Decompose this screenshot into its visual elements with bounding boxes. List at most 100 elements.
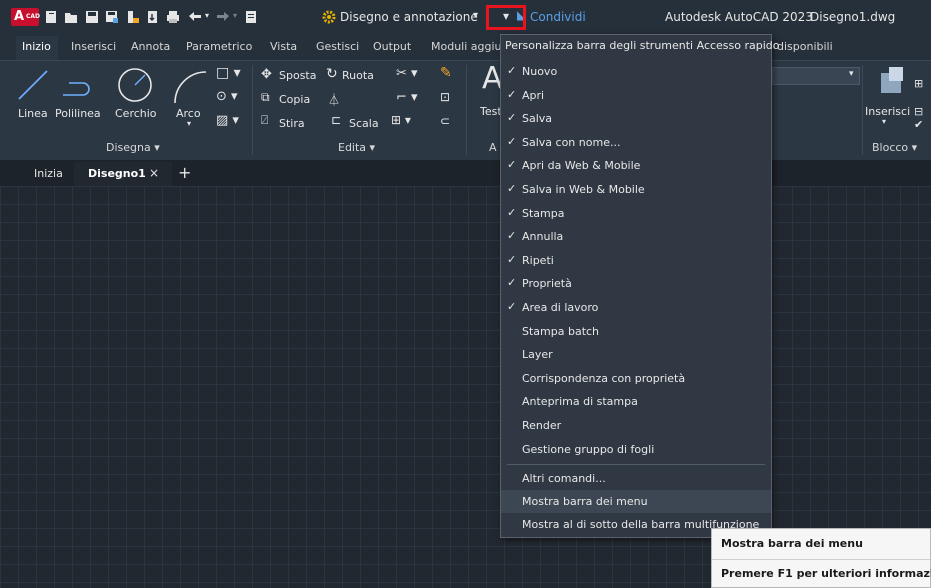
share-button[interactable]: Condividi [530, 10, 586, 24]
create-block-icon[interactable]: ⊞ [914, 77, 923, 90]
undo-dropdown-icon[interactable]: ▾ [205, 11, 209, 20]
undo-icon[interactable] [188, 10, 202, 24]
insert-dropdown-icon[interactable]: ▾ [882, 117, 886, 126]
app-logo[interactable]: A CAD [11, 8, 40, 26]
scale-tool-label[interactable]: Scala [349, 117, 379, 130]
layer-dropdown-icon[interactable]: ▾ [849, 69, 854, 79]
menu-item[interactable]: ✓ Apri da Web & Mobile [501, 154, 771, 177]
workspace-dropdown-icon[interactable]: ▾ [473, 10, 478, 21]
line-tool-label[interactable]: Linea [18, 107, 48, 120]
tab-inserisci[interactable]: Inserisci [71, 40, 116, 53]
tab-annota[interactable]: Annota [131, 40, 170, 53]
tab-moduli[interactable]: Moduli aggiu [431, 40, 502, 53]
array-tool-icon[interactable]: ⊡ [440, 90, 450, 104]
open-icon[interactable] [64, 10, 78, 24]
erase-tool-icon[interactable]: ✎ [440, 65, 452, 81]
menu-item[interactable]: ✓ Salva con nome... [501, 131, 771, 154]
hatch-tool-icon[interactable]: ▨ ▾ [216, 113, 239, 128]
redo-dropdown-icon[interactable]: ▾ [233, 11, 237, 20]
mirror-tool-icon[interactable]: ⏃ [328, 91, 340, 108]
arc-dropdown-icon[interactable]: ▾ [187, 119, 191, 128]
tab-disegno1[interactable]: Disegno1 [88, 167, 146, 180]
circle-tool-icon[interactable] [115, 65, 155, 105]
workspace-gear-icon[interactable] [322, 10, 336, 24]
highlight-box [486, 5, 526, 30]
menu-item[interactable]: Corrispondenza con proprietà [501, 367, 771, 390]
edit-block-icon[interactable]: ⊟ [914, 105, 923, 118]
tab-start[interactable]: Inizia [34, 167, 63, 180]
menu-item[interactable]: ✓ Salva in Web & Mobile [501, 178, 771, 201]
rect-array-icon[interactable]: ⊞ ▾ [391, 113, 411, 127]
menu-item[interactable]: ✓ Salva [501, 107, 771, 130]
menu-item[interactable]: ✓ Ripeti [501, 249, 771, 272]
arc-tool-icon[interactable] [170, 67, 210, 107]
edit-separator [466, 65, 467, 155]
block-panel-label[interactable]: Blocco ▾ [872, 141, 917, 154]
polyline-tool-label[interactable]: Polilinea [55, 107, 101, 120]
tab-gestisci[interactable]: Gestisci [316, 40, 359, 53]
menu-item[interactable]: Stampa batch [501, 320, 771, 343]
rotate-tool-label[interactable]: Ruota [342, 69, 374, 82]
workspace-selector[interactable]: Disegno e annotazione [340, 10, 478, 24]
close-tab-icon[interactable]: × [149, 166, 159, 180]
print-icon[interactable] [166, 10, 180, 24]
circle-tool-label[interactable]: Cerchio [115, 107, 157, 120]
block-attrib-icon[interactable]: ✔ [914, 118, 923, 131]
text-tool-label[interactable]: Test [480, 105, 502, 118]
layer-dropdown[interactable] [772, 67, 860, 85]
menu-item[interactable]: ✓ Area di lavoro [501, 296, 771, 319]
menu-item[interactable]: Layer [501, 343, 771, 366]
polyline-tool-icon[interactable] [60, 69, 94, 101]
tab-parametrico[interactable]: Parametrico [186, 40, 252, 53]
ribbon-panel: Linea Polilinea Cerchio Arco ▾ □ ▾ ⊙ ▾ ▨… [0, 60, 931, 160]
menu-item-more-commands[interactable]: Altri comandi... [501, 467, 771, 490]
menu-item[interactable]: ✓ Annulla [501, 225, 771, 248]
trim-tool-icon[interactable]: ✂ ▾ [396, 66, 418, 81]
move-tool-icon[interactable]: ✥ [261, 67, 272, 82]
scale-tool-icon[interactable]: ⊏ [331, 113, 341, 127]
tab-inizio[interactable]: Inizio [22, 40, 51, 53]
stretch-tool-label[interactable]: Stira [279, 117, 305, 130]
save-icon[interactable] [85, 10, 99, 24]
qat-customize-menu: Personalizza barra degli strumenti Acces… [500, 34, 780, 538]
menu-item[interactable]: Gestione gruppo di fogli [501, 438, 771, 461]
insert-block-label[interactable]: Inserisci [865, 105, 910, 118]
rectangle-tool-icon[interactable]: □ ▾ [216, 65, 241, 81]
tab-disponibili[interactable]: disponibili [777, 40, 833, 53]
menu-item[interactable]: Render [501, 414, 771, 437]
properties-icon[interactable] [244, 10, 258, 24]
insert-block-icon[interactable] [877, 63, 911, 97]
offset-tool-icon[interactable]: ⊂ [440, 114, 450, 128]
line-tool-icon[interactable] [16, 67, 50, 103]
tab-vista[interactable]: Vista [270, 40, 297, 53]
menu-item[interactable]: ✓ Nuovo [501, 60, 771, 83]
menu-item[interactable]: ✓ Stampa [501, 202, 771, 225]
new-icon[interactable] [44, 10, 58, 24]
add-tab-icon[interactable]: + [178, 163, 191, 182]
copy-tool-icon[interactable]: ⧉ [261, 90, 270, 105]
move-tool-label[interactable]: Sposta [279, 69, 316, 82]
check-icon: ✓ [507, 205, 517, 219]
ellipse-tool-icon[interactable]: ⊙ ▾ [216, 89, 238, 104]
open-web-icon[interactable] [126, 10, 140, 24]
check-icon: ✓ [507, 229, 517, 243]
menu-item[interactable]: ✓ Apri [501, 84, 771, 107]
check-icon: ✓ [507, 111, 517, 125]
stretch-tool-icon[interactable]: ⍁ [261, 113, 268, 128]
edit-panel-label[interactable]: Edita ▾ [338, 141, 375, 154]
menu-item[interactable]: ✓ Proprietà [501, 272, 771, 295]
document-tab-bar: Inizia Disegno1 × + [0, 160, 931, 186]
save-as-icon[interactable] [105, 10, 119, 24]
draw-panel-label[interactable]: Disegna ▾ [106, 141, 160, 154]
save-web-icon[interactable] [146, 10, 160, 24]
copy-tool-label[interactable]: Copia [279, 93, 310, 106]
menu-item[interactable]: Anteprima di stampa [501, 390, 771, 413]
menu-item-label: Proprietà [522, 277, 572, 291]
redo-icon[interactable] [216, 10, 230, 24]
tab-output[interactable]: Output [373, 40, 411, 53]
annotation-panel-label[interactable]: A [489, 141, 497, 154]
menu-item-label: Salva [522, 112, 553, 126]
rotate-tool-icon[interactable]: ↻ [326, 66, 338, 82]
fillet-tool-icon[interactable]: ⌐ ▾ [396, 90, 418, 105]
menu-item-show-menubar[interactable]: Mostra barra dei menu [501, 490, 771, 513]
